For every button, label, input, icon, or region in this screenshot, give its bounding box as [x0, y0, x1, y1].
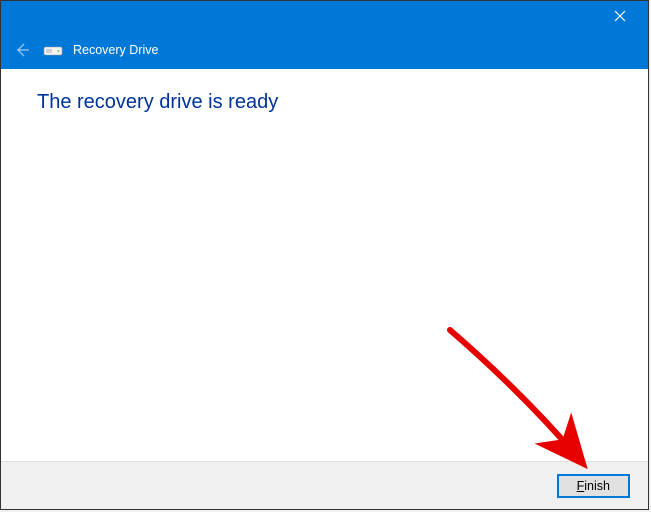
- close-icon: [614, 10, 626, 22]
- back-arrow-icon: [14, 42, 30, 58]
- header: Recovery Drive: [1, 31, 648, 69]
- status-heading: The recovery drive is ready: [37, 91, 612, 114]
- window-title: Recovery Drive: [73, 43, 158, 57]
- recovery-drive-wizard: Recovery Drive The recovery drive is rea…: [0, 0, 649, 510]
- back-button[interactable]: [11, 39, 33, 61]
- finish-rest: inish: [584, 479, 610, 493]
- drive-icon: [43, 43, 63, 57]
- close-button[interactable]: [600, 1, 640, 31]
- finish-button[interactable]: Finish: [557, 474, 630, 498]
- content-area: The recovery drive is ready: [1, 69, 648, 461]
- titlebar: [1, 1, 648, 31]
- footer: Finish: [1, 461, 648, 509]
